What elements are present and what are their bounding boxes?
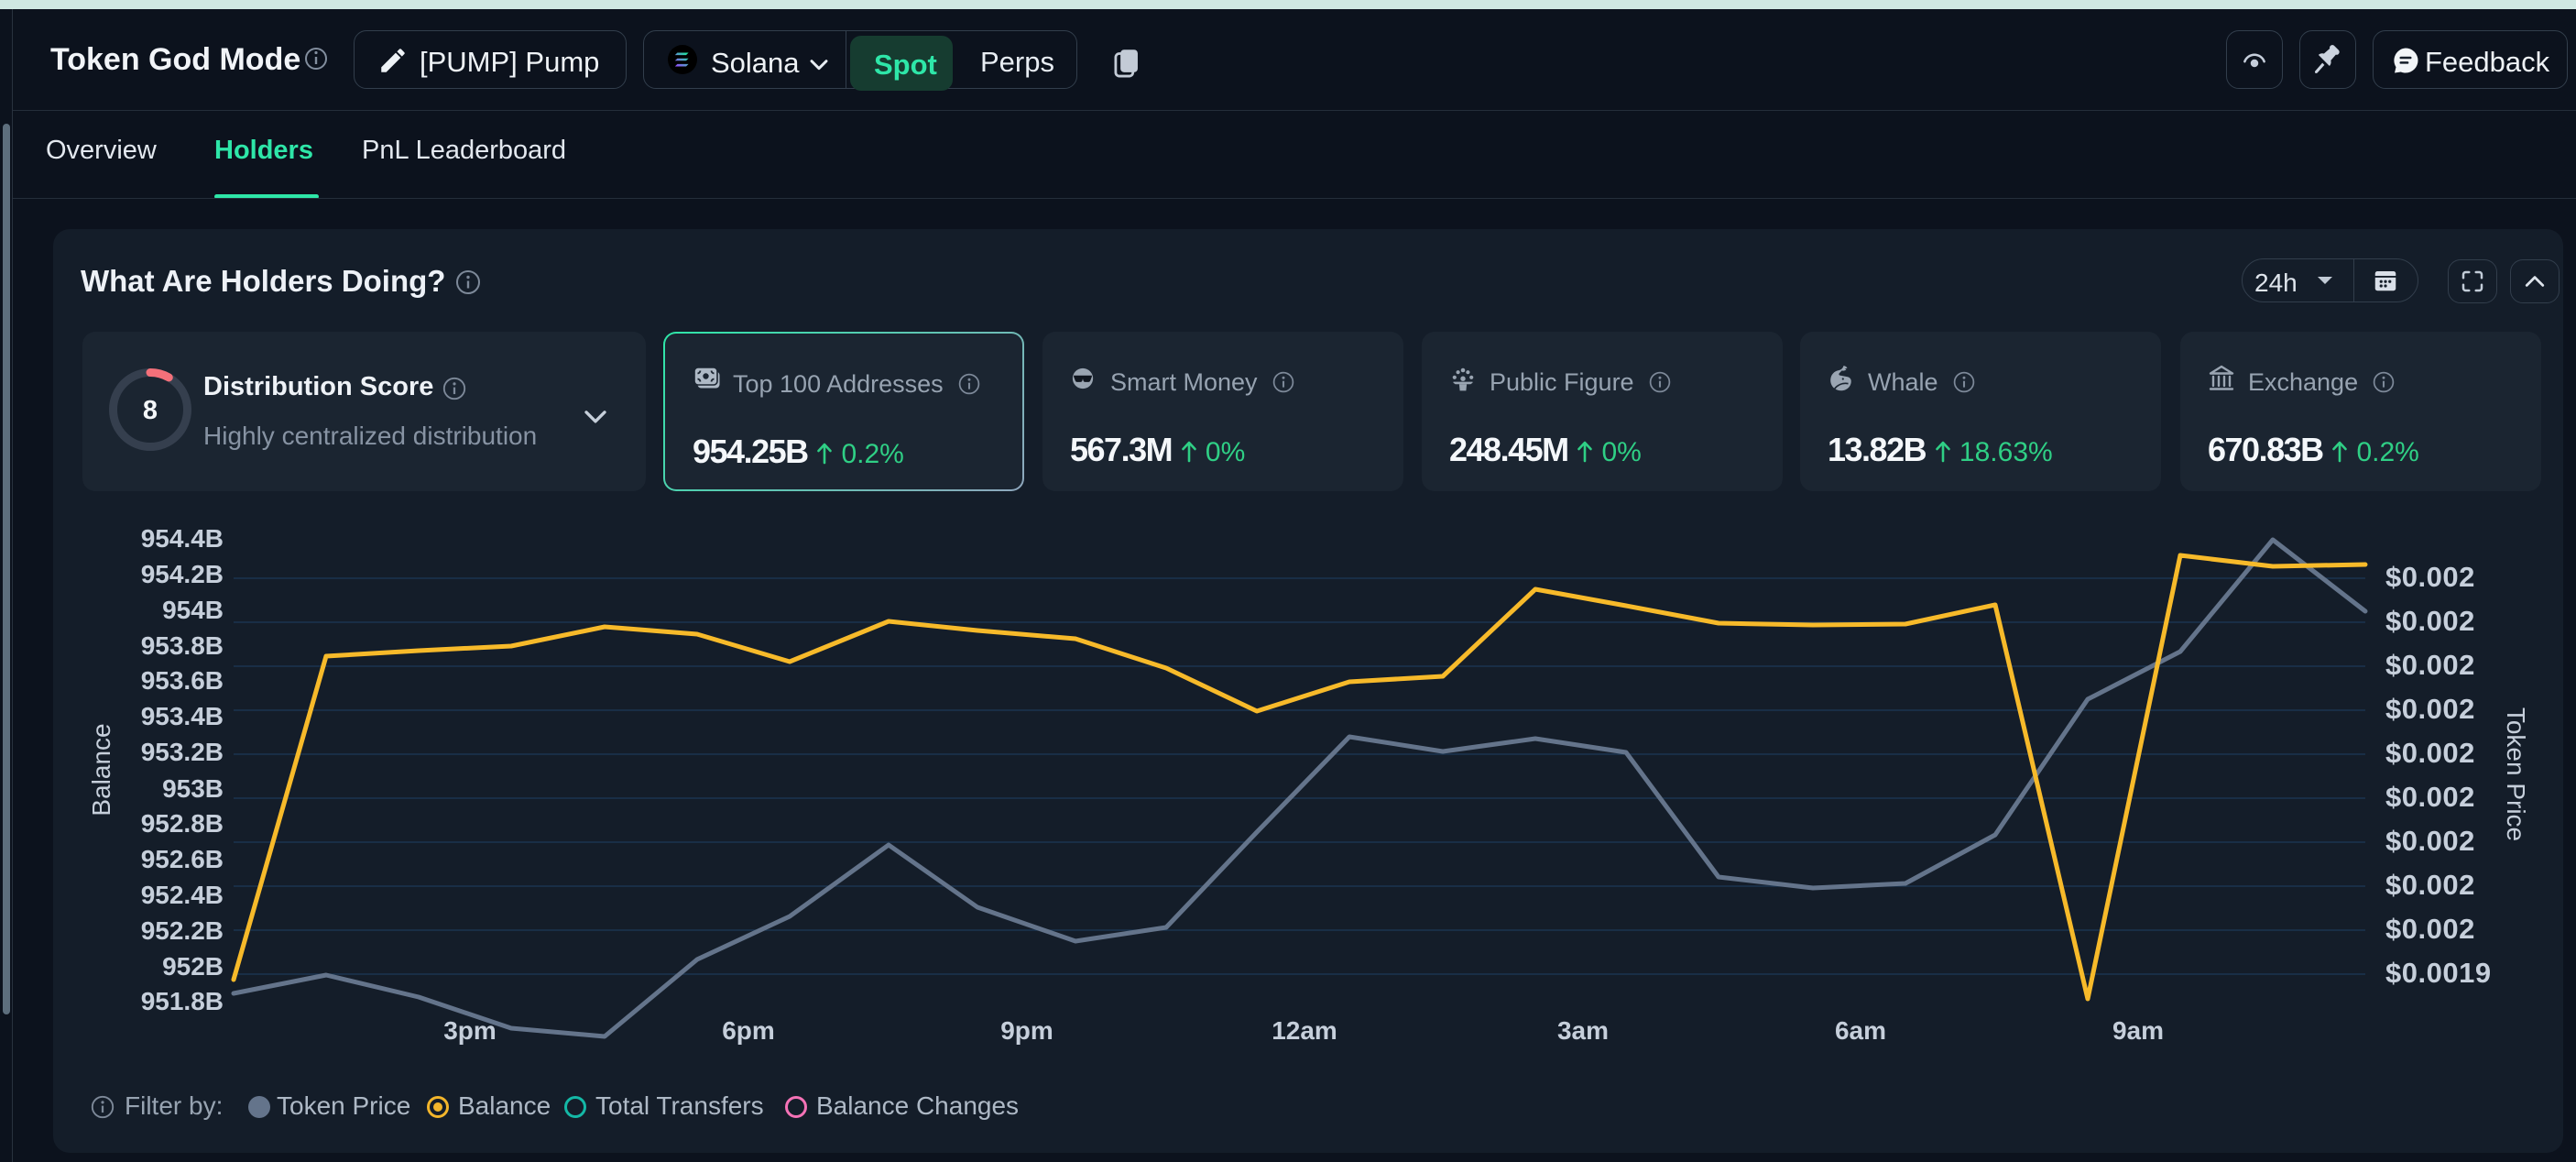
svg-text:6pm: 6pm [722, 1016, 775, 1045]
svg-text:953.4B: 953.4B [141, 702, 224, 730]
svg-text:8: 8 [143, 396, 158, 425]
svg-text:$0.002: $0.002 [2385, 737, 2475, 769]
svg-text:954.2B: 954.2B [141, 560, 224, 588]
svg-text:$0.002: $0.002 [2385, 561, 2475, 593]
svg-text:Balance: Balance [87, 723, 115, 816]
svg-text:$0.002: $0.002 [2385, 913, 2475, 945]
svg-text:951.8B: 951.8B [141, 987, 224, 1015]
svg-text:$0.0019: $0.0019 [2385, 957, 2492, 989]
svg-text:952.2B: 952.2B [141, 916, 224, 945]
svg-text:953.2B: 953.2B [141, 738, 224, 766]
svg-text:953.8B: 953.8B [141, 631, 224, 660]
svg-text:953B: 953B [162, 774, 224, 803]
svg-text:954.4B: 954.4B [141, 524, 224, 553]
svg-text:$0.002: $0.002 [2385, 693, 2475, 725]
svg-text:952B: 952B [162, 952, 224, 981]
svg-text:9am: 9am [2112, 1016, 2164, 1045]
svg-text:$0.002: $0.002 [2385, 825, 2475, 857]
svg-text:Token Price: Token Price [2502, 707, 2530, 841]
svg-text:$0.002: $0.002 [2385, 605, 2475, 637]
svg-text:$0.002: $0.002 [2385, 869, 2475, 901]
svg-text:$0.002: $0.002 [2385, 649, 2475, 681]
svg-text:952.6B: 952.6B [141, 845, 224, 873]
svg-text:954B: 954B [162, 596, 224, 624]
svg-text:3am: 3am [1557, 1016, 1609, 1045]
svg-text:953.6B: 953.6B [141, 666, 224, 695]
svg-text:952.4B: 952.4B [141, 881, 224, 909]
svg-text:12am: 12am [1272, 1016, 1337, 1045]
svg-text:952.8B: 952.8B [141, 809, 224, 838]
svg-text:9pm: 9pm [1000, 1016, 1053, 1045]
svg-text:$0.002: $0.002 [2385, 781, 2475, 813]
svg-text:6am: 6am [1835, 1016, 1886, 1045]
